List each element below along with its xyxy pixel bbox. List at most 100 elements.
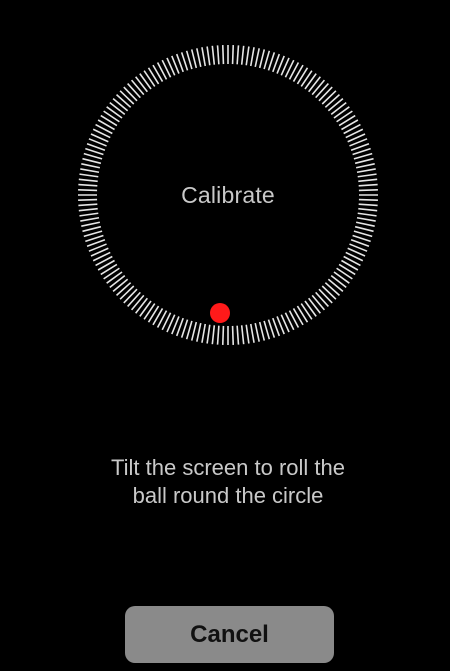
- dial-tick: [300, 70, 313, 87]
- dial-tick: [333, 106, 350, 119]
- dial-tick: [263, 50, 271, 70]
- dial-tick: [130, 79, 145, 96]
- dial-tick: [240, 325, 245, 345]
- dial-tick: [352, 147, 371, 156]
- dial-tick: [330, 275, 347, 288]
- dial-tick: [254, 322, 260, 342]
- dial-tick: [249, 323, 255, 343]
- dial-tick: [143, 70, 156, 87]
- dial-tick: [296, 305, 309, 323]
- dial-tick: [327, 278, 344, 293]
- dial-tick: [267, 319, 276, 338]
- dial-tick: [304, 73, 317, 90]
- dial-tick: [185, 320, 193, 340]
- dial-tick: [180, 52, 189, 71]
- dial-tick: [106, 271, 123, 284]
- dial-tick: [211, 45, 216, 65]
- dial-tick: [190, 321, 198, 341]
- dial-tick: [304, 300, 317, 317]
- dial-tick: [79, 212, 99, 217]
- dial-tick: [311, 79, 326, 96]
- dial-tick: [336, 110, 353, 123]
- dial-tick: [80, 168, 100, 174]
- dial-tick: [249, 47, 255, 67]
- dial-tick: [211, 325, 216, 345]
- calibration-screen: Calibrate Tilt the screen to roll the ba…: [6, 6, 450, 671]
- dial-tick: [330, 102, 347, 115]
- dial-tick: [231, 325, 235, 345]
- dial-tick: [123, 288, 138, 304]
- dial-tick: [236, 45, 240, 65]
- dial-tick: [356, 168, 376, 174]
- dial-tick: [123, 86, 138, 102]
- dial-tick: [206, 46, 211, 66]
- dial-tick: [180, 319, 189, 338]
- dial-tick: [357, 212, 377, 217]
- dial-tick: [263, 320, 271, 340]
- dial-tick: [258, 49, 266, 69]
- dial-tick: [258, 321, 266, 341]
- dial-tick: [135, 76, 148, 93]
- dial-tick: [296, 67, 309, 85]
- dial-tick: [324, 94, 341, 108]
- dial-tick: [216, 45, 220, 65]
- dial-tick: [119, 285, 135, 300]
- dial-tick: [130, 294, 145, 311]
- dial-tick: [267, 52, 276, 71]
- dial-tick: [240, 45, 245, 65]
- dial-tick: [139, 300, 152, 317]
- cancel-button[interactable]: Cancel: [125, 606, 334, 663]
- dial-tick: [354, 157, 374, 165]
- dial-tick: [311, 294, 326, 311]
- dial-tick: [353, 152, 373, 160]
- dial-tick: [119, 90, 135, 105]
- dial-tick: [103, 267, 120, 280]
- dial-tick: [147, 305, 160, 323]
- dial-tick: [83, 152, 103, 160]
- dial-tick: [81, 221, 101, 227]
- dial-tick: [308, 76, 321, 93]
- dial-tick: [83, 230, 103, 238]
- tilt-ball: [210, 303, 230, 323]
- dial-tick: [82, 157, 102, 165]
- dial-tick: [185, 50, 193, 70]
- dial-tick: [127, 82, 141, 99]
- dial-tick: [115, 94, 132, 108]
- dial-tick: [100, 263, 118, 276]
- dial-tick: [352, 234, 371, 243]
- dial-tick: [338, 263, 356, 276]
- dial-tick: [318, 86, 333, 102]
- dial-tick: [355, 221, 375, 227]
- dial-tick: [357, 173, 377, 178]
- dial-tick: [358, 178, 378, 183]
- dial-tick: [321, 285, 337, 300]
- dial-tick: [201, 323, 207, 343]
- dial-tick: [245, 46, 250, 66]
- dial-tick: [315, 82, 329, 99]
- dial-tick: [354, 225, 374, 233]
- dial-tick: [109, 102, 126, 115]
- dial-tick: [147, 67, 160, 85]
- dial-tick: [254, 48, 260, 68]
- dial-tick: [106, 106, 123, 119]
- dial-tick: [308, 297, 321, 314]
- calibration-dial: Calibrate: [78, 45, 378, 345]
- dial-tick: [338, 114, 356, 127]
- dial-tick: [190, 49, 198, 69]
- dial-tick: [82, 225, 102, 233]
- dial-tick: [333, 271, 350, 284]
- dial-tick: [355, 163, 375, 169]
- dial-tick: [221, 45, 225, 65]
- dial-tick: [216, 325, 220, 345]
- dial-tick: [353, 230, 373, 238]
- dial-tick: [115, 282, 132, 296]
- dial-tick: [85, 147, 104, 156]
- dial-tick: [81, 163, 101, 169]
- dial-tick: [324, 282, 341, 296]
- dial-tick: [221, 325, 225, 345]
- dial-tick: [315, 291, 329, 308]
- dial-tick: [201, 47, 207, 67]
- dial-tick: [318, 288, 333, 304]
- dial-tick: [112, 278, 129, 293]
- dial-tick: [336, 267, 353, 280]
